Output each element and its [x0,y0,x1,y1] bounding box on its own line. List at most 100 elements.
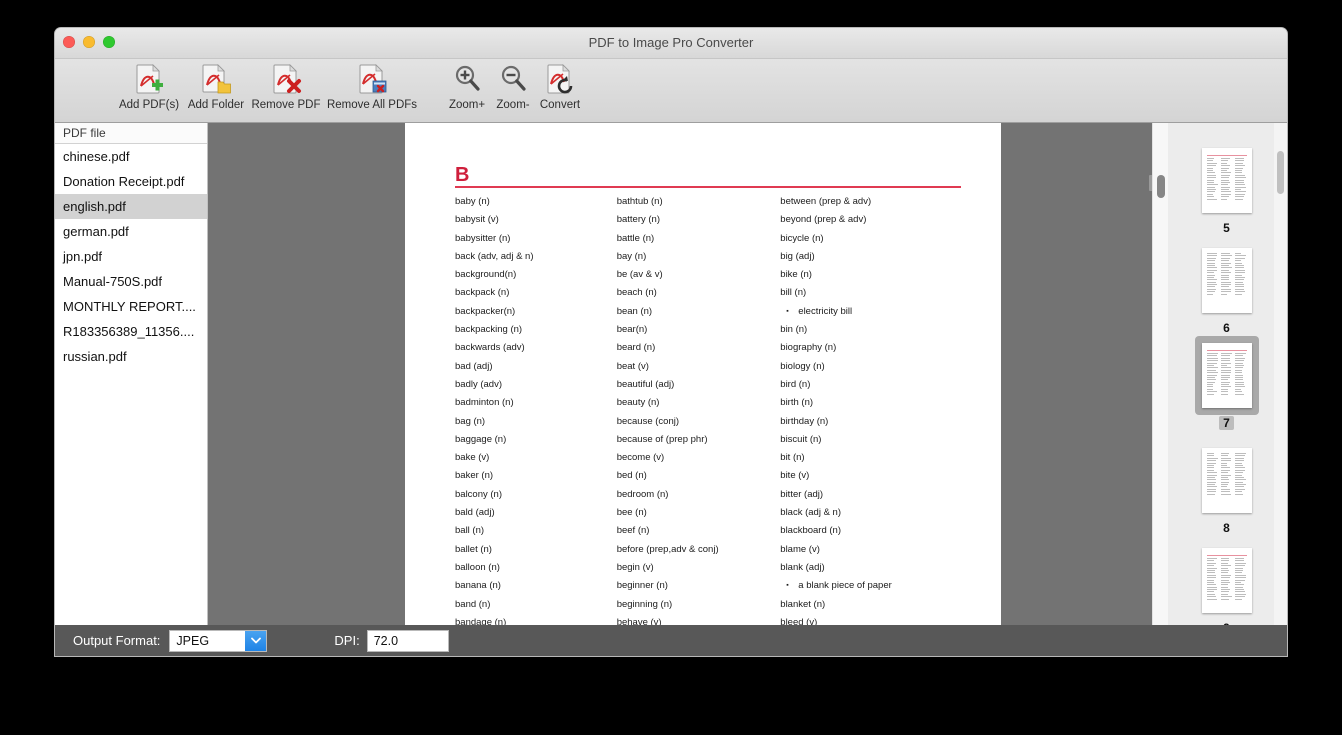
thumbnail-text-line [1221,568,1229,569]
word-entry: bathtub (n) [617,193,781,211]
thumbnail-text-line [1235,282,1244,283]
thumbnail-text-line [1207,582,1214,583]
thumbnail-text-line [1221,560,1229,561]
thumbnail-page-number: 5 [1219,221,1234,235]
pdf-folder-icon [199,62,233,96]
document-viewer[interactable]: B baby (n)babysit (v)babysitter (n)back … [208,123,1152,627]
thumbnail-text-line [1207,279,1218,280]
thumbnail-text-line [1221,477,1229,478]
thumbnail-text-line [1221,594,1228,595]
thumbnail-text-line [1207,389,1214,390]
thumbnail-text-line [1235,463,1243,464]
document-scrollbar-thumb[interactable] [1157,175,1165,198]
convert-label: Convert [540,99,580,111]
thumbnail-text-line [1235,372,1242,373]
file-list-item[interactable]: jpn.pdf [55,244,207,269]
thumbnail-frame[interactable] [1195,141,1259,220]
page-thumbnail-panel[interactable]: 5 6 [1168,123,1287,627]
pdf-file-list-panel: PDF file chinese.pdf Donation Receipt.pd… [55,123,208,627]
file-list-item-selected[interactable]: english.pdf [55,194,207,219]
title-bar: PDF to Image Pro Converter [55,28,1287,59]
output-format-label: Output Format: [73,633,160,648]
document-vertical-scrollbar[interactable] [1152,123,1168,627]
file-list-item[interactable]: Donation Receipt.pdf [55,169,207,194]
pdf-page-content: B baby (n)babysit (v)babysitter (n)back … [455,167,961,627]
thumbnail-frame[interactable] [1195,541,1259,620]
thumbnail-text-line [1207,375,1218,376]
word-entry: balcony (n) [455,486,617,504]
thumbnail-text-line [1221,163,1228,164]
thumbnail-text-line [1235,260,1242,261]
thumbnail-text-line [1235,258,1246,259]
thumbnail-text-line [1235,377,1244,378]
word-entry: black (adj & n) [780,504,961,522]
dpi-input[interactable]: 72.0 [367,630,449,652]
thumbnail-text-line [1235,194,1245,195]
thumbnail-item[interactable]: 5 [1186,141,1267,235]
thumbnail-text-line [1207,165,1217,166]
thumbnail-text-line [1221,291,1231,292]
thumbnail-text-line [1235,391,1243,392]
chevron-down-icon[interactable] [245,631,266,651]
thumbnail-item[interactable]: 9 [1186,541,1267,627]
thumbnail-text-line [1235,379,1244,380]
thumbnail-text-line [1207,170,1214,171]
output-format-select[interactable]: JPEG [169,630,267,652]
thumbnail-columns [1207,558,1247,607]
word-entry: bad (adj) [455,358,617,376]
thumbnail-text-line [1207,355,1217,356]
thumbnail-text-line [1221,582,1231,583]
thumbnail-text-line [1235,375,1243,376]
thumbnail-text-line [1207,491,1216,492]
file-list-item[interactable]: german.pdf [55,219,207,244]
thumbnail-text-line [1235,475,1242,476]
thumbnail-text-line [1207,384,1214,385]
word-entry: because (conj) [617,413,781,431]
thumbnail-text-line [1235,386,1245,387]
thumbnail-text-line [1221,589,1230,590]
thumbnail-columns [1207,353,1247,402]
word-entry: badly (adv) [455,376,617,394]
thumbnail-scrollbar-thumb[interactable] [1277,151,1284,194]
thumbnail-text-line [1207,277,1215,278]
thumbnail-text-line [1207,270,1218,271]
file-list-item[interactable]: Manual-750S.pdf [55,269,207,294]
thumbnail-frame[interactable] [1195,241,1259,320]
thumbnail-text-line [1207,463,1217,464]
thumbnail-frame-selected[interactable] [1195,336,1259,415]
convert-button[interactable]: Convert [514,62,606,111]
thumbnail-text-line [1221,370,1232,371]
thumbnail-text-line [1235,170,1243,171]
word-entry: bay (n) [617,248,781,266]
thumbnail-text-line [1235,467,1246,468]
file-list-item[interactable]: R183356389_11356.... [55,319,207,344]
thumbnail-text-line [1221,175,1230,176]
thumbnail-item[interactable]: 8 [1186,441,1267,535]
file-list-item[interactable]: MONTHLY REPORT.... [55,294,207,319]
thumbnail-text-line [1221,365,1228,366]
thumbnail-text-line [1207,458,1218,459]
thumbnail-frame[interactable] [1195,441,1259,520]
file-list-item[interactable]: russian.pdf [55,344,207,369]
thumbnail-text-line [1235,255,1246,256]
thumbnail-text-line [1207,479,1216,480]
thumbnail-item[interactable]: 6 [1186,241,1267,335]
thumbnail-scrollbar[interactable] [1274,123,1287,627]
word-entry: backpacker(n) [455,303,617,321]
thumbnail-item-selected[interactable]: 7 [1186,336,1267,430]
thumbnail-text-line [1207,382,1215,383]
thumbnail-text-line [1207,594,1215,595]
thumbnail-text-line [1221,363,1231,364]
file-list-item[interactable]: chinese.pdf [55,144,207,169]
remove-all-pdfs-button[interactable]: Remove All PDFs [317,62,427,111]
thumbnail-text-line [1207,591,1214,592]
word-entry: blame (v) [780,541,961,559]
output-format-value: JPEG [170,634,209,648]
thumbnail-text-line [1235,363,1244,364]
thumbnail-text-line [1221,277,1229,278]
thumbnail-text-line [1235,455,1246,456]
thumbnail-text-line [1235,577,1246,578]
thumbnail-text-line [1235,477,1244,478]
thumbnail-text-line [1221,460,1231,461]
thumbnail-text-line [1221,491,1230,492]
